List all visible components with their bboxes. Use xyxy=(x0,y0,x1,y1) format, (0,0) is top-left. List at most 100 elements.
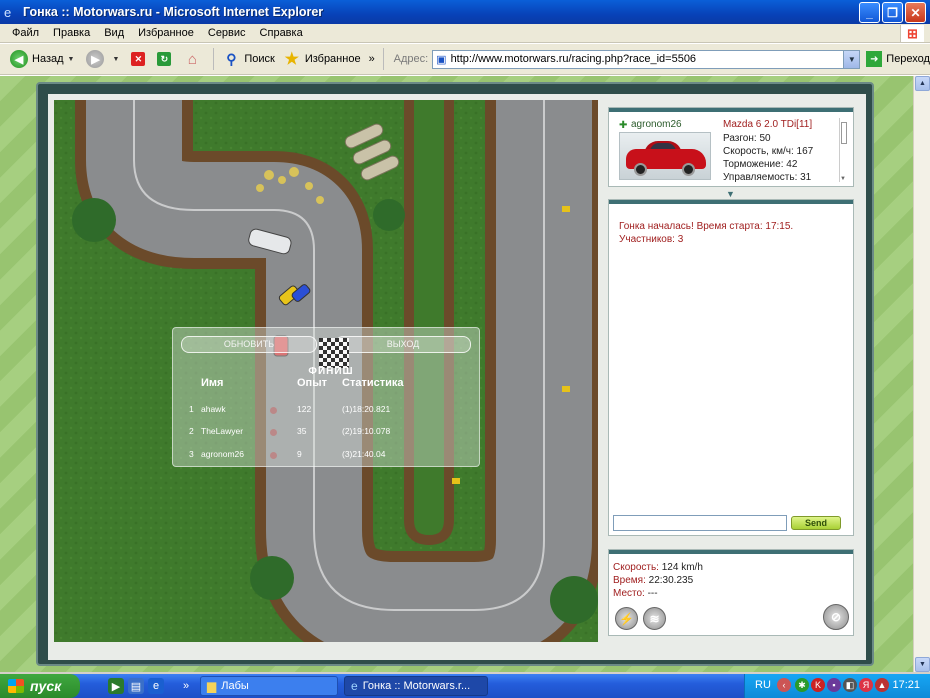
address-dropdown-icon[interactable]: ▼ xyxy=(843,50,860,68)
chat-message: Гонка началась! Время старта: 17:15. xyxy=(619,221,794,232)
go-label: Переход xyxy=(886,53,930,65)
forward-button[interactable]: ▶ ▼ xyxy=(82,46,127,72)
column-header-name: Имя xyxy=(201,377,224,389)
home-button[interactable]: ⌂ xyxy=(179,46,209,72)
panel-notch-icon: ▼ xyxy=(726,189,735,199)
row-exp: 122 xyxy=(297,404,312,414)
go-button[interactable]: ➜ Переход xyxy=(866,51,930,67)
row-stats: (3)21:40.04 xyxy=(342,449,386,459)
close-button[interactable]: ✕ xyxy=(905,2,926,23)
stop-button[interactable]: ✕ xyxy=(127,46,153,72)
player-status-icon xyxy=(270,407,277,414)
taskbar-item-labs[interactable]: ▆ Лабы xyxy=(200,676,338,696)
taskbar: пуск ▶ ▤ e » ▆ Лабы e Гонка :: Motorwars… xyxy=(0,674,930,698)
exit-button[interactable]: ВЫХОД xyxy=(335,336,471,353)
page-scrollbar[interactable]: ▲ ▼ xyxy=(913,76,930,672)
chat-input[interactable] xyxy=(613,515,787,531)
player-status-icon xyxy=(270,452,277,459)
stop-race-button[interactable]: ⊘ xyxy=(823,604,849,630)
star-icon: ★ xyxy=(284,51,299,68)
boost-button[interactable]: ⚡ xyxy=(615,607,638,630)
favorites-button[interactable]: ★ Избранное xyxy=(279,46,365,72)
row-stats: (2)19:10.078 xyxy=(342,426,391,436)
car-stat-speed: Скорость, км/ч: 167 xyxy=(723,146,814,157)
taskbar-item-browser[interactable]: e Гонка :: Motorwars.r... xyxy=(344,676,488,696)
start-button[interactable]: пуск xyxy=(0,674,80,698)
player-name[interactable]: agronom26 xyxy=(631,119,682,130)
maximize-button[interactable]: ❐ xyxy=(882,2,903,23)
tray-antivirus-icon[interactable]: ▲ xyxy=(875,678,889,692)
wave-button[interactable]: ≋ xyxy=(643,607,666,630)
forward-arrow-icon: ▶ xyxy=(86,50,105,68)
place-readout: Место: --- xyxy=(613,588,658,599)
forward-dropdown-icon[interactable]: ▼ xyxy=(112,56,119,63)
refresh-button[interactable]: ОБНОВИТЬ xyxy=(181,336,317,353)
search-button[interactable]: ⚲ Поиск xyxy=(218,46,278,72)
favorites-label: Избранное xyxy=(304,53,361,65)
row-exp: 35 xyxy=(297,426,307,436)
place-label: Место: xyxy=(613,588,645,599)
tray-gear-icon[interactable]: ✱ xyxy=(795,678,809,692)
tray-app-icon[interactable]: ▪ xyxy=(827,678,841,692)
tray-k-icon[interactable]: K xyxy=(811,678,825,692)
table-row: 1 ahawk 122 (1)18:20.821 xyxy=(173,404,481,418)
car-stat-handling: Управляемость: 31 xyxy=(723,172,812,183)
checkered-flag-icon xyxy=(319,338,349,368)
menu-file[interactable]: Файл xyxy=(12,27,39,39)
tray-network-icon[interactable]: ◧ xyxy=(843,678,857,692)
race-results-panel: ОБНОВИТЬ ВЫХОД ФИНИШ Имя Опыт Статистика… xyxy=(172,327,480,467)
back-arrow-icon: ◀ xyxy=(10,50,28,68)
back-button[interactable]: ◀ Назад ▼ xyxy=(6,46,82,72)
minimize-button[interactable]: _ xyxy=(859,2,880,23)
player-status-icon xyxy=(270,429,277,436)
send-button[interactable]: Send xyxy=(791,516,841,530)
ie-icon[interactable]: e xyxy=(148,678,164,694)
menu-edit[interactable]: Правка xyxy=(53,27,90,39)
car-image xyxy=(619,132,711,180)
wave-icon: ≋ xyxy=(649,611,660,626)
address-label: Адрес: xyxy=(393,53,429,65)
stop-icon: ✕ xyxy=(131,52,146,66)
tray-arrow-icon[interactable]: ‹ xyxy=(777,678,791,692)
window-controls: _ ❐ ✕ xyxy=(859,2,926,23)
menu-tools[interactable]: Сервис xyxy=(208,27,246,39)
search-icon: ⚲ xyxy=(226,50,237,67)
column-header-stats: Статистика xyxy=(342,377,404,389)
toolbar-more-button[interactable]: » xyxy=(365,46,379,72)
row-position: 2 xyxy=(189,426,194,436)
language-indicator[interactable]: RU xyxy=(755,679,771,691)
speed-value: 124 km/h xyxy=(661,562,703,573)
ie-icon: e xyxy=(351,679,358,693)
show-desktop-icon[interactable]: ▤ xyxy=(128,678,144,694)
clock: 17:21 xyxy=(892,679,920,691)
quicklaunch-more-icon[interactable]: » xyxy=(178,678,194,694)
menu-view[interactable]: Вид xyxy=(104,27,124,39)
car-panel-scrollbar[interactable]: ▼ xyxy=(839,118,847,182)
address-input[interactable]: http://www.motorwars.ru/racing.php?race_… xyxy=(451,53,697,65)
windows-logo-icon: ⊞ xyxy=(900,25,924,42)
menu-help[interactable]: Справка xyxy=(260,27,303,39)
time-value: 22:30.235 xyxy=(648,575,694,586)
scroll-thumb[interactable] xyxy=(841,122,847,144)
back-dropdown-icon[interactable]: ▼ xyxy=(68,56,75,63)
menu-favorites[interactable]: Избранное xyxy=(138,27,194,39)
panel-header-bar xyxy=(609,550,853,554)
race-status-panel: Скорость: 124 km/h Время: 22:30.235 Мест… xyxy=(608,549,854,636)
start-label: пуск xyxy=(30,678,62,694)
panel-header-bar xyxy=(609,200,853,204)
refresh-button[interactable]: ↻ xyxy=(153,46,179,72)
scroll-down-icon[interactable]: ▼ xyxy=(915,657,930,672)
home-icon: ⌂ xyxy=(187,50,197,68)
media-player-icon[interactable]: ▶ xyxy=(108,678,124,694)
tray-yandex-icon[interactable]: Я xyxy=(859,678,873,692)
window-title: Гонка :: Motorwars.ru - Microsoft Intern… xyxy=(23,5,324,19)
scroll-down-icon[interactable]: ▼ xyxy=(840,176,846,182)
car-stat-braking: Торможение: 42 xyxy=(723,159,798,170)
system-tray: RU ‹ ✱ K ▪ ◧ Я ▲ 17:21 xyxy=(744,674,930,698)
row-name: agronom26 xyxy=(201,449,245,459)
time-readout: Время: 22:30.235 xyxy=(613,575,693,586)
address-bar[interactable]: ▣ http://www.motorwars.ru/racing.php?rac… xyxy=(432,49,861,69)
row-exp: 9 xyxy=(297,449,302,459)
car-stat-acceleration: Разгон: 50 xyxy=(723,133,771,144)
scroll-up-icon[interactable]: ▲ xyxy=(915,76,930,91)
